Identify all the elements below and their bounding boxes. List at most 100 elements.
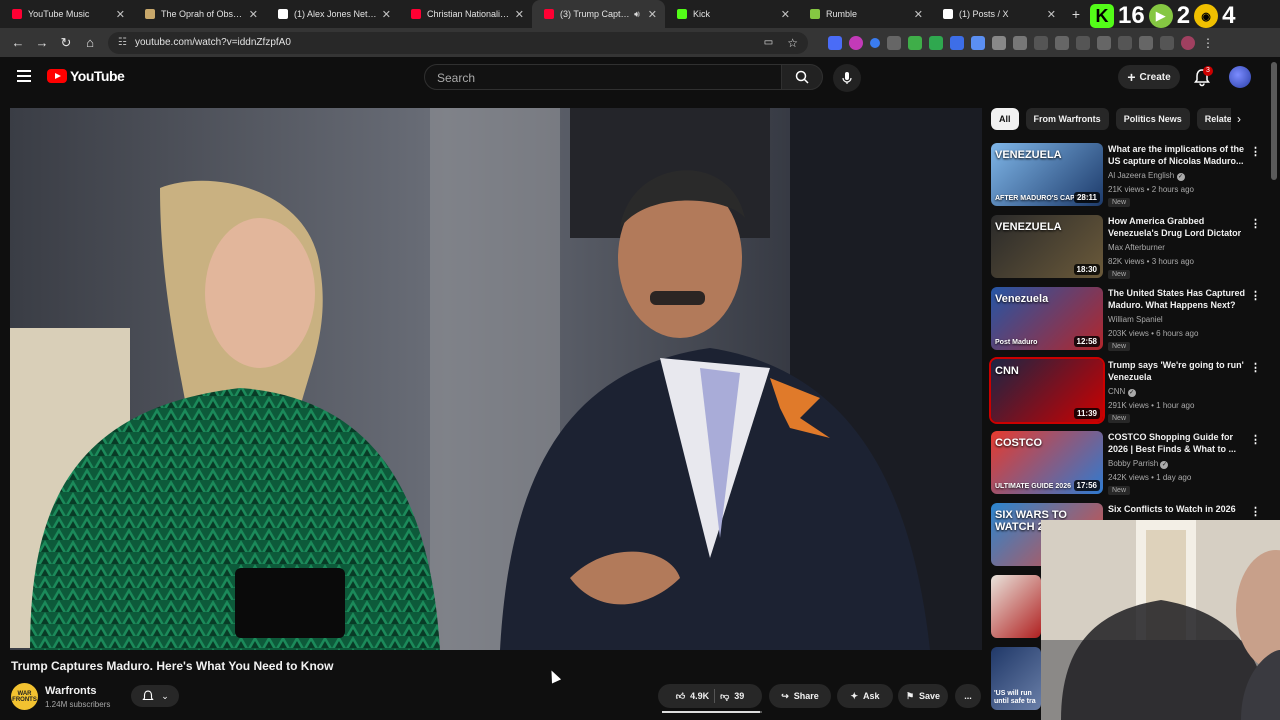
recommendation-item[interactable]: CNN 11:39 Trump says 'We're going to run' …: [989, 357, 1263, 431]
extension-icon[interactable]: [992, 35, 1006, 50]
download-icon[interactable]: [1160, 35, 1174, 50]
mouse-cursor: [546, 668, 562, 684]
channel-avatar[interactable]: WAR FRONTS: [11, 683, 38, 710]
browser-menu-icon[interactable]: ⋮: [1202, 36, 1214, 50]
close-tab-icon[interactable]: ✕: [648, 8, 657, 21]
close-tab-icon[interactable]: ✕: [249, 8, 258, 21]
video-player[interactable]: [10, 108, 982, 650]
extension-icon[interactable]: [1034, 35, 1048, 50]
history-icon[interactable]: [1055, 35, 1069, 50]
recommendation-item[interactable]: VENEZUELA 18:30 How America Grabbed Venezu…: [991, 215, 1263, 287]
extension-icon[interactable]: [971, 35, 985, 50]
side-panel-icon[interactable]: [1139, 35, 1153, 50]
more-options-icon[interactable]: ⋮: [1250, 433, 1261, 446]
more-options-icon[interactable]: ⋮: [1250, 505, 1261, 518]
recommendation-title[interactable]: How America Grabbed Venezuela's Drug Lor…: [1108, 215, 1246, 239]
devtools-icon[interactable]: [1097, 35, 1111, 50]
recommendation-channel[interactable]: Bobby Parrish ✓: [1108, 459, 1169, 469]
more-options-icon[interactable]: ⋮: [1250, 145, 1261, 158]
browser-tab[interactable]: Christian Nationalism M ✕: [399, 0, 532, 28]
recommendation-channel[interactable]: William Spaniel: [1108, 315, 1163, 324]
voice-search-button[interactable]: [833, 64, 861, 92]
subscribed-button[interactable]: ⌄: [131, 685, 179, 707]
dislike-button[interactable]: 👎︎ 39: [720, 691, 744, 702]
video-thumbnail[interactable]: Venezuela Post Maduro 12:58: [991, 287, 1103, 350]
profile-icon[interactable]: [1181, 35, 1195, 50]
extension-icon[interactable]: [1076, 35, 1090, 50]
channel-name[interactable]: Warfronts: [45, 685, 97, 697]
search-input[interactable]: Search: [424, 64, 782, 90]
video-thumbnail[interactable]: COSTCO ULTIMATE GUIDE 2026 17:56: [991, 431, 1103, 494]
reading-list-icon[interactable]: [1118, 35, 1132, 50]
close-tab-icon[interactable]: ✕: [515, 8, 524, 21]
bookmark-star-icon[interactable]: ☆: [787, 36, 798, 50]
audio-playing-icon[interactable]: 🔊︎: [634, 9, 640, 20]
like-button[interactable]: 👍︎ 4.9K: [676, 691, 709, 702]
extension-icon[interactable]: [870, 37, 880, 48]
browser-tab[interactable]: (3) Trump Captures 🔊︎ ✕: [532, 0, 665, 28]
page-scrollbar[interactable]: [1271, 62, 1277, 180]
search-button[interactable]: [781, 64, 823, 90]
chevron-right-icon[interactable]: ›: [1237, 112, 1241, 126]
recommendation-title[interactable]: The United States Has Captured Maduro. W…: [1108, 287, 1246, 311]
cast-icon[interactable]: ▭: [764, 37, 773, 48]
recommendation-channel[interactable]: Max Afterburner: [1108, 243, 1165, 252]
recommendation-title[interactable]: Six Conflicts to Watch in 2026: [1108, 503, 1246, 515]
share-button[interactable]: ↪ Share: [769, 684, 831, 708]
extension-icon[interactable]: [950, 35, 964, 50]
recommendation-item[interactable]: Venezuela Post Maduro 12:58 The United Stat…: [991, 287, 1263, 359]
reload-icon[interactable]: ↻: [54, 35, 78, 51]
extension-icon[interactable]: [908, 35, 922, 50]
browser-tab[interactable]: The Oprah of Obsession ✕: [133, 0, 266, 28]
close-tab-icon[interactable]: ✕: [914, 8, 923, 21]
close-tab-icon[interactable]: ✕: [781, 8, 790, 21]
filter-chip[interactable]: All: [991, 108, 1019, 130]
menu-icon[interactable]: [17, 70, 31, 82]
more-options-icon[interactable]: ⋮: [1250, 217, 1261, 230]
recommendation-title[interactable]: COSTCO Shopping Guide for 2026 | Best Fi…: [1108, 431, 1246, 455]
more-options-icon[interactable]: ⋮: [1250, 361, 1261, 374]
filter-chip[interactable]: Related: [1196, 108, 1231, 130]
recommendation-title[interactable]: What are the implications of the US capt…: [1108, 143, 1246, 167]
recommendation-channel[interactable]: Al Jazeera English ✓: [1108, 171, 1185, 181]
filter-chip[interactable]: From Warfronts: [1025, 108, 1109, 130]
recommendation-meta: 21K views • 2 hours ago: [1108, 185, 1194, 194]
recommendation-item[interactable]: COSTCO ULTIMATE GUIDE 2026 17:56 COSTCO Sho…: [991, 431, 1263, 503]
close-tab-icon[interactable]: ✕: [116, 8, 125, 21]
back-icon[interactable]: ←: [6, 35, 30, 50]
browser-tab[interactable]: YouTube Music ✕: [0, 0, 133, 28]
browser-tab[interactable]: (1) Alex Jones Network ✕: [266, 0, 399, 28]
extension-icon[interactable]: [887, 35, 901, 50]
account-avatar[interactable]: [1229, 66, 1251, 88]
recommendation-channel[interactable]: CNN ✓: [1108, 387, 1136, 397]
extension-icon[interactable]: [929, 35, 943, 50]
create-button[interactable]: + Create: [1118, 65, 1180, 89]
new-tab-button[interactable]: +: [1064, 6, 1088, 22]
site-info-icon[interactable]: ☷: [118, 37, 127, 48]
browser-tab[interactable]: Kick ✕: [665, 0, 798, 28]
puzzle-icon[interactable]: [1013, 35, 1027, 50]
recommendation-item[interactable]: VENEZUELA AFTER MADURO'S CAPTURE 28:11 What…: [991, 143, 1263, 215]
video-thumbnail[interactable]: VENEZUELA AFTER MADURO'S CAPTURE 28:11: [991, 143, 1103, 206]
other-viewer-count: 4: [1222, 2, 1236, 29]
partial-video-thumbnail[interactable]: [991, 575, 1041, 638]
browser-tab[interactable]: (1) Posts / X ✕: [931, 0, 1064, 28]
forward-icon[interactable]: →: [30, 35, 54, 50]
address-bar[interactable]: ☷ youtube.com/watch?v=iddnZfzpfA0 ▭ ☆: [108, 31, 808, 54]
more-actions-button[interactable]: ...: [955, 684, 981, 708]
extension-icon[interactable]: [849, 35, 863, 50]
close-tab-icon[interactable]: ✕: [382, 8, 391, 21]
save-button[interactable]: ⚑ Save: [898, 684, 948, 708]
extension-icon[interactable]: [828, 35, 842, 50]
browser-tab[interactable]: Rumble ✕: [798, 0, 931, 28]
home-icon[interactable]: ⌂: [78, 35, 102, 50]
more-options-icon[interactable]: ⋮: [1250, 289, 1261, 302]
video-thumbnail[interactable]: CNN 11:39: [989, 357, 1105, 424]
close-tab-icon[interactable]: ✕: [1047, 8, 1056, 21]
partial-video-thumbnail[interactable]: 'US will run until safe tra: [991, 647, 1041, 710]
recommendation-title[interactable]: Trump says 'We're going to run' Venezuel…: [1108, 359, 1246, 383]
filter-chip[interactable]: Politics News: [1115, 108, 1190, 130]
video-thumbnail[interactable]: VENEZUELA 18:30: [991, 215, 1103, 278]
youtube-logo[interactable]: YouTube: [47, 68, 125, 84]
ask-button[interactable]: ✦ Ask: [837, 684, 893, 708]
